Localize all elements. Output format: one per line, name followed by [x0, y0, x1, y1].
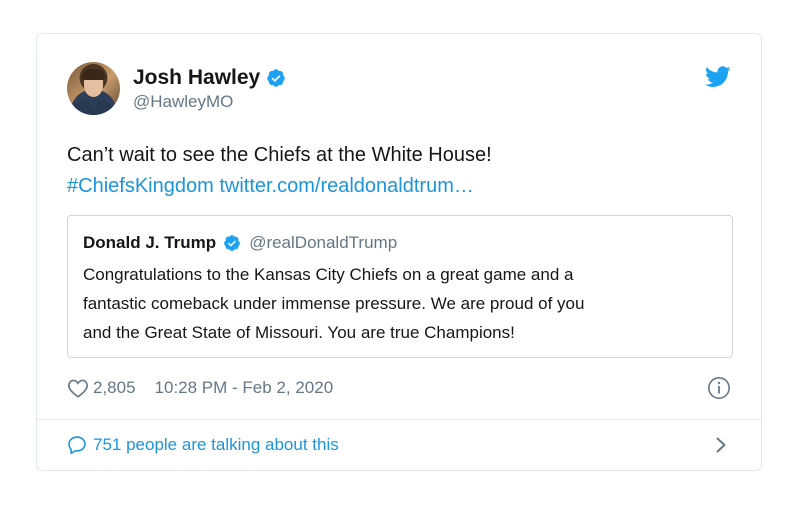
quoted-author-name: Donald J. Trump [83, 233, 217, 252]
footer-divider [37, 419, 761, 420]
twitter-bird-icon[interactable] [705, 66, 731, 88]
embedded-tweet-card: Josh Hawley @HawleyMO Can’t wait to see … [36, 33, 762, 471]
chevron-right-icon[interactable] [715, 436, 727, 454]
like-count[interactable]: 2,805 [93, 378, 136, 398]
url-link[interactable]: twitter.com/realdonaldtrum… [219, 175, 474, 197]
info-icon[interactable] [707, 376, 731, 400]
verified-badge-icon [224, 235, 241, 251]
author-handle[interactable]: @HawleyMO [133, 92, 286, 112]
speech-bubble-icon [68, 436, 86, 455]
tweet-text: Can’t wait to see the Chiefs at the Whit… [67, 144, 492, 166]
hashtag-link[interactable]: #ChiefsKingdom [67, 175, 214, 197]
tweet-links: #ChiefsKingdom twitter.com/realdonaldtru… [67, 171, 492, 202]
verified-badge-icon [267, 68, 285, 87]
talking-count-text: 751 people are talking about this [93, 435, 339, 454]
author-names: Josh Hawley @HawleyMO [133, 66, 286, 112]
quoted-tweet-text: Congratulations to the Kansas City Chief… [83, 260, 717, 347]
quoted-tweet[interactable]: Donald J. Trump @realDonaldTrump Congrat… [67, 215, 733, 358]
quoted-text-line: and the Great State of Missouri. You are… [83, 323, 515, 342]
tweet-body: Can’t wait to see the Chiefs at the Whit… [67, 140, 492, 202]
tweet-header: Josh Hawley @HawleyMO [67, 62, 286, 115]
author-avatar[interactable] [67, 62, 120, 115]
conversation-link[interactable]: 751 people are talking about this [67, 432, 339, 458]
heart-icon[interactable] [67, 378, 89, 398]
tweet-timestamp[interactable]: 10:28 PM - Feb 2, 2020 [155, 378, 334, 398]
quoted-tweet-header: Donald J. Trump @realDonaldTrump [83, 232, 717, 254]
tweet-meta: 2,805 10:28 PM - Feb 2, 2020 [67, 375, 333, 401]
quoted-text-line: fantastic comeback under immense pressur… [83, 294, 585, 313]
quoted-author-handle: @realDonaldTrump [249, 233, 398, 252]
author-display-name[interactable]: Josh Hawley [133, 66, 260, 90]
display-name-row: Josh Hawley [133, 66, 286, 90]
quoted-text-line: Congratulations to the Kansas City Chief… [83, 265, 574, 284]
